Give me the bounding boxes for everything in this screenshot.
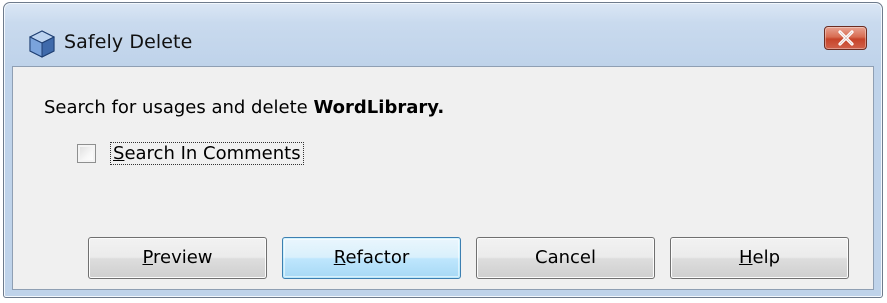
preview-button[interactable]: Preview [88,237,267,279]
help-mnemonic: H [738,247,753,268]
close-icon [838,30,854,46]
refactor-mnemonic: R [333,247,346,268]
preview-mnemonic: P [142,247,153,268]
search-in-comments-mnemonic: S [113,143,125,164]
netbeans-cube-icon [28,30,56,58]
cancel-button[interactable]: Cancel [476,237,655,279]
help-label-rest: elp [752,247,781,268]
dialog-message: Search for usages and delete WordLibrary… [44,97,444,118]
safely-delete-dialog: Safely Delete Search for usages and dele… [3,2,883,298]
close-button[interactable] [824,26,867,50]
window-title: Safely Delete [64,31,193,53]
message-prefix: Search for usages and delete [44,97,314,118]
search-in-comments-label-rest: earch In Comments [124,143,301,164]
search-in-comments-label[interactable]: Search In Comments [110,142,304,165]
refactor-button[interactable]: Refactor [282,237,461,279]
refactor-label-rest: efactor [345,247,410,268]
search-in-comments-checkbox[interactable] [77,144,96,163]
cancel-label: Cancel [535,247,596,268]
dialog-content: Search for usages and delete WordLibrary… [12,66,874,290]
message-target: WordLibrary. [313,97,445,118]
preview-label-rest: review [153,247,213,268]
help-button[interactable]: Help [670,237,849,279]
